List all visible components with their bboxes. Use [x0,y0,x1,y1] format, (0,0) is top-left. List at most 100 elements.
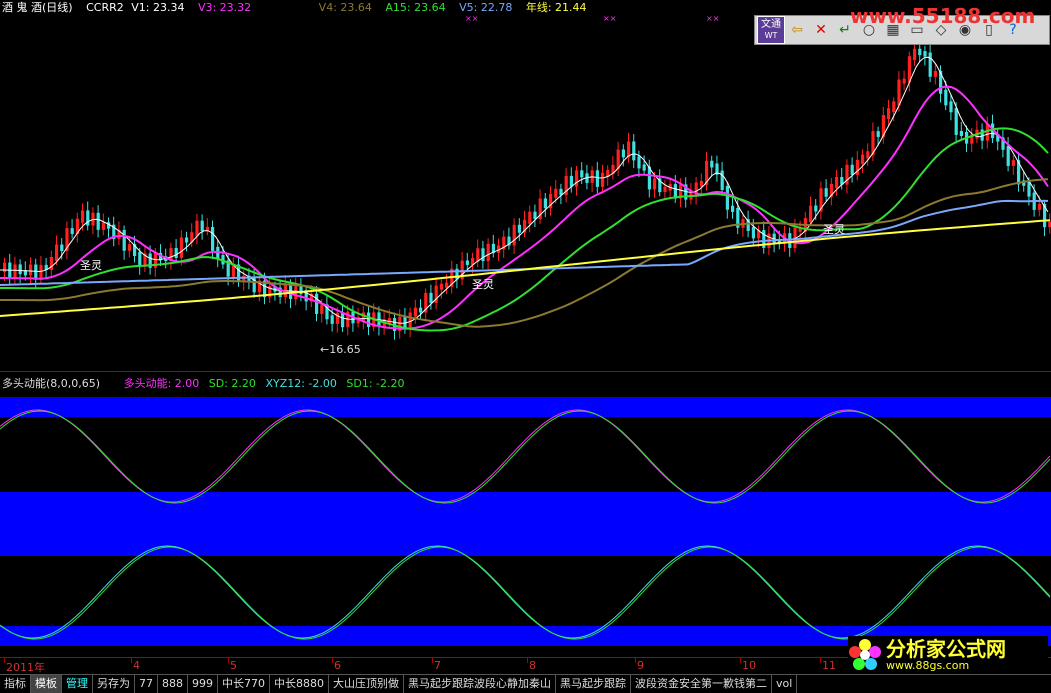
candle-body [887,108,891,120]
candle-body [174,247,178,258]
candle-body [637,156,641,169]
date-tick-line [432,658,433,663]
candle-body [413,307,417,317]
formula-tab[interactable]: 黑马起步跟踪 [556,675,631,693]
candle-body [850,164,854,175]
candle-body [127,244,131,251]
candle-body [34,264,38,280]
signal-mark-2: ×× [603,14,617,23]
candle-body [918,48,922,56]
candle-body [101,222,105,230]
candle-body [512,224,516,246]
formula-tab[interactable]: 波段资金安全第一歉钱第二 [631,675,772,693]
date-tick-label: 8 [529,659,536,672]
formula-tab[interactable]: 模板 [31,675,62,693]
signal-mark-1: ×× [465,14,479,23]
sd1-line [0,546,1051,640]
formula-tab[interactable]: 中长8880 [270,675,329,693]
candle-body [445,282,449,288]
candle-body [138,251,142,266]
candle-body [387,318,391,324]
indicator-xyz12: XYZ12: -2.00 [265,377,337,390]
candle-body [39,264,43,280]
date-tick-line [228,658,229,663]
date-tick-label: 6 [334,659,341,672]
candle-body [543,198,547,209]
dtdn-line [0,409,1051,503]
formula-tab[interactable]: 77 [135,675,158,693]
formula-tab[interactable]: 888 [158,675,188,693]
candle-body [179,237,183,258]
date-tick-line [740,658,741,663]
candle-body [575,170,579,187]
date-tick-line [635,658,636,663]
shengling-label-1: 圣灵 [80,259,102,272]
candle-body [554,188,558,198]
candle-body [419,307,423,313]
arrow-left-icon[interactable]: ⇦ [786,19,808,41]
date-tick-label: 11 [822,659,836,672]
formula-tab[interactable]: vol [772,675,798,693]
wentong-logo[interactable]: 文通 WT [757,16,785,44]
date-tick-line [820,658,821,663]
indicator-chart[interactable] [0,392,1051,657]
date-tick-label: 7 [434,659,441,672]
shengling-label-3: 圣灵 [823,223,845,236]
watermark-top: www.55188.com [850,4,1036,28]
xyz12-line [0,545,1051,639]
candle-body [621,149,625,158]
candle-body [330,315,334,324]
ma-line-white [0,56,1049,324]
price-chart[interactable] [0,0,1051,372]
candle-body [824,188,828,197]
candle-body [595,170,599,187]
candle-body [315,293,319,314]
candle-body [1011,160,1015,166]
indicator-legend: 多头动能(8,0,0,65) 多头动能: 2.00 SD: 2.20 XYZ12… [2,377,411,391]
low-price-label: ←16.65 [320,343,361,356]
formula-tab[interactable]: 999 [188,675,218,693]
candle-body [866,151,870,159]
sd-line [0,410,1051,504]
formula-tab[interactable]: 黑马起步跟踪波段心静加秦山 [404,675,556,693]
candle-body [699,180,703,187]
formula-tab[interactable]: 大山压顶别做 [329,675,404,693]
candle-body [814,205,818,212]
formula-tab[interactable]: 另存为 [93,675,135,693]
candle-body [429,292,433,304]
candle-body [13,264,17,279]
ma-line-magenta [0,85,1049,330]
date-tick-label: 10 [742,659,756,672]
candle-body [959,130,963,136]
candle-body [933,70,937,77]
candle-body [49,257,53,270]
candle-body [283,283,287,298]
close-icon[interactable]: ✕ [810,19,832,41]
candle-body [96,212,100,230]
formula-tab[interactable]: 管理 [62,675,93,693]
date-tick-line [332,658,333,663]
candle-body [481,248,485,262]
candle-body [731,205,735,212]
candle-body [897,79,901,106]
candle-body [367,312,371,327]
candle-body [211,227,215,251]
candle-body [29,264,33,276]
indicator-sd1: SD1: -2.20 [346,377,405,390]
signal-mark-3: ×× [706,14,720,23]
indicator-name: 多头动能(8,0,0,65) [2,377,101,390]
band-top [0,397,1051,417]
candle-body [533,211,537,220]
date-tick-label: 2011年 [6,661,45,674]
candle-body [122,229,126,251]
candle-body [720,170,724,190]
formula-tab[interactable]: 中长770 [218,675,270,693]
candle-body [185,237,189,243]
candle-body [725,185,729,210]
flower-logo-icon [848,638,882,672]
date-tick-label: 9 [637,659,644,672]
formula-tab[interactable]: 指标 [0,675,31,693]
candle-body [642,164,646,171]
indicator-dtdn: 多头动能: 2.00 [123,377,200,390]
candle-body [299,286,303,295]
